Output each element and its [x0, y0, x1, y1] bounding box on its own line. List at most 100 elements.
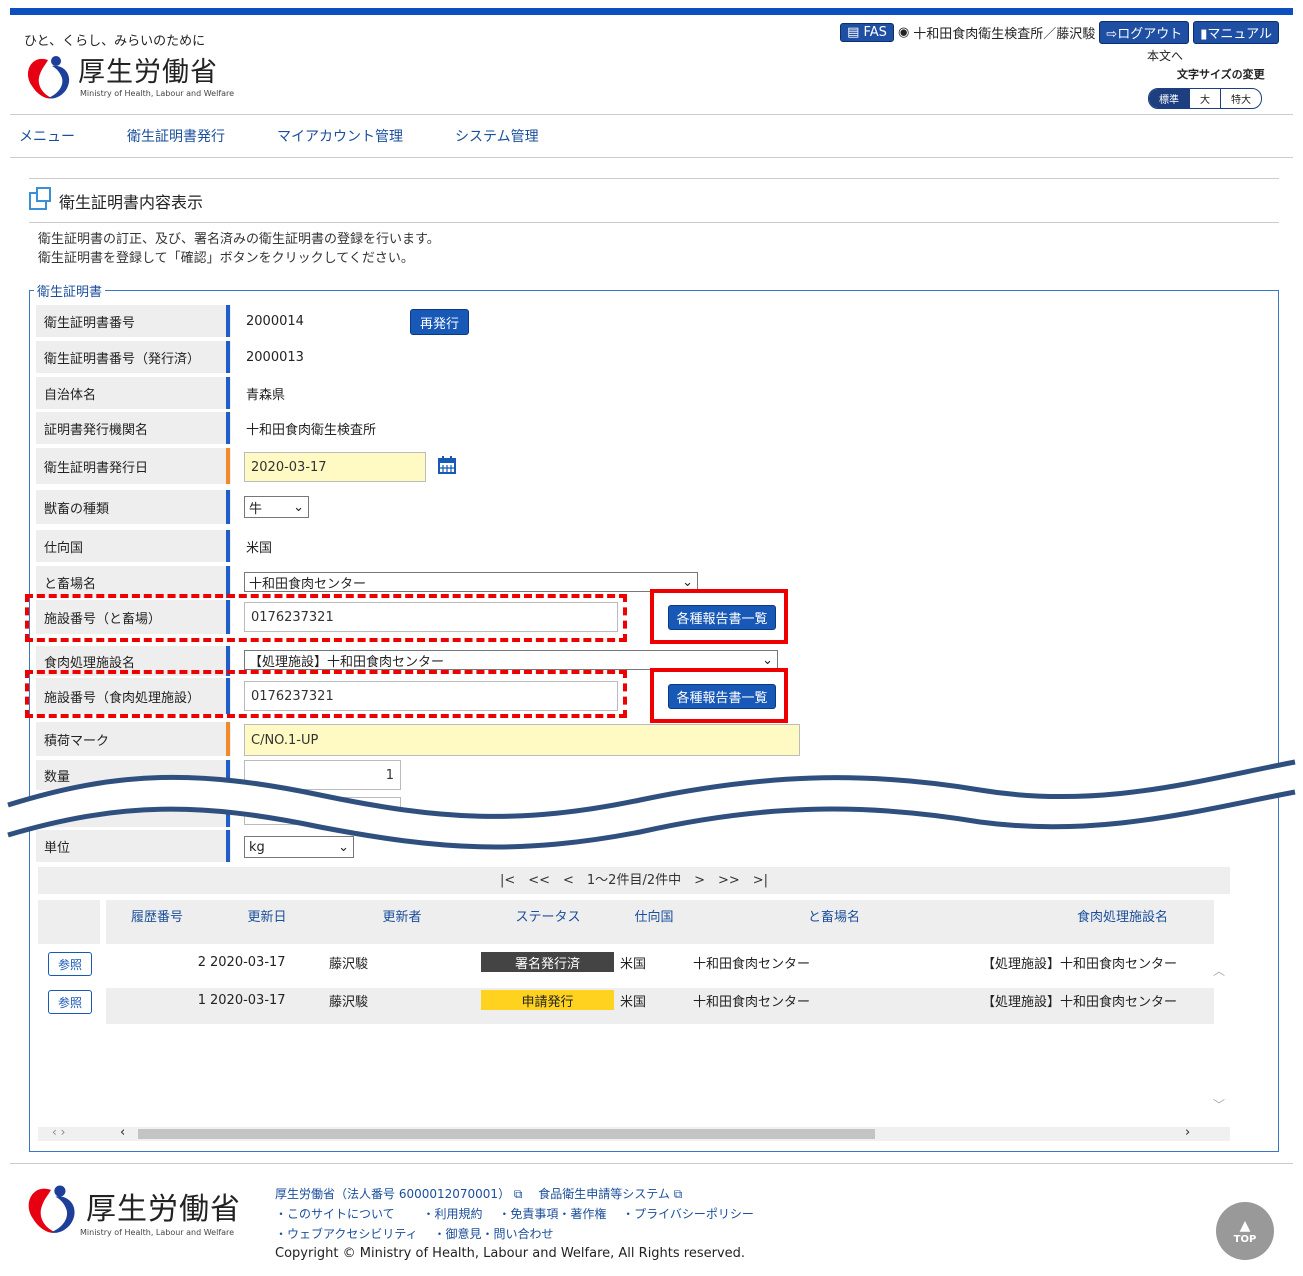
footer-link-terms[interactable]: ・利用規約	[422, 1207, 482, 1221]
scroll-right-arrow-icon[interactable]: ›	[1185, 1125, 1190, 1140]
cell-country: 米国	[620, 994, 647, 1010]
top-label: TOP	[1233, 1233, 1257, 1245]
scroll-down-icon[interactable]: ﹀	[1213, 1096, 1225, 1113]
reissue-button[interactable]: 再発行	[410, 309, 469, 335]
fontsize-large[interactable]: 大	[1189, 89, 1220, 108]
chevron-down-icon: ⌄	[762, 652, 773, 668]
label-bar	[226, 341, 230, 373]
cell-date: 2020-03-17	[210, 954, 286, 970]
up-arrow-icon: ▲	[1239, 1217, 1251, 1234]
row-municipality: 自治体名 青森県	[36, 377, 1236, 411]
th-user[interactable]: 更新者	[326, 900, 478, 944]
meat-facility-select[interactable]: 【処理施設】十和田食肉センター ⌄	[244, 650, 778, 670]
scrollbar-thumb[interactable]	[138, 1129, 875, 1139]
back-to-top-button[interactable]: ▲ TOP	[1216, 1202, 1274, 1260]
th-date[interactable]: 更新日	[208, 900, 326, 944]
footer-logo[interactable]: 厚生労働省 Ministry of Health, Labour and Wel…	[22, 1183, 241, 1237]
mhlw-logo-icon	[28, 1185, 75, 1233]
status-badge: 署名発行済	[481, 952, 614, 972]
row-destination: 仕向国 米国	[36, 530, 1236, 564]
footer-link-accessibility[interactable]: ・ウェブアクセシビリティ	[275, 1227, 418, 1241]
th-facility[interactable]: 食肉処理施設名	[978, 900, 1214, 944]
footer-link-about[interactable]: ・このサイトについて	[275, 1207, 395, 1221]
nav-account[interactable]: マイアカウント管理	[277, 126, 403, 146]
user-label: 十和田食肉衛生検査所／藤沢駿	[913, 27, 1096, 42]
chevron-down-icon: ⌄	[682, 574, 693, 590]
logo-sub: Ministry of Health, Labour and Welfare	[80, 88, 235, 98]
footer-system[interactable]: 食品衛生申請等システム	[538, 1187, 670, 1201]
status-badge: 申請発行	[481, 990, 614, 1010]
cell-slaughter: 十和田食肉センター	[693, 994, 811, 1010]
th-no[interactable]: 履歴番号	[106, 900, 208, 944]
desc-line-1: 衛生証明書の訂正、及び、署名済みの衛生証明書の登録を行います。	[38, 232, 440, 247]
page-description: 衛生証明書の訂正、及び、署名済みの衛生証明書の登録を行います。 衛生証明書を登録…	[38, 230, 440, 268]
manual-button[interactable]: ▮マニュアル	[1193, 21, 1279, 44]
label-destination: 仕向国	[36, 530, 231, 562]
chevron-down-icon: ⌄	[293, 499, 304, 515]
label-issue-date: 衛生証明書発行日	[36, 448, 231, 484]
scroll-left-arrow-icon[interactable]: ‹	[120, 1125, 125, 1140]
skip-to-content-link[interactable]: 本文へ	[1147, 47, 1183, 64]
animal-select[interactable]: 牛 ⌄	[244, 496, 309, 518]
row-animal: 獣畜の種類 牛 ⌄	[36, 490, 1236, 526]
row-cert-no-issued: 衛生証明書番号（発行済） 2000013	[36, 341, 1236, 375]
cell-facility: 【処理施設】十和田食肉センター	[982, 956, 1178, 972]
label-cert-no: 衛生証明書番号	[36, 305, 231, 337]
row-issuer: 証明書発行機関名 十和田食肉衛生検査所	[36, 412, 1236, 446]
footer-link-contact[interactable]: ・御意見・問い合わせ	[434, 1227, 554, 1241]
highlight-facility-no	[25, 594, 627, 642]
ref-button[interactable]: 参照	[48, 990, 92, 1014]
th-slaughter[interactable]: と畜場名	[690, 900, 978, 944]
main-nav: メニュー 衛生証明書発行 マイアカウント管理 システム管理	[10, 114, 1293, 158]
value-municipality: 青森県	[246, 387, 286, 403]
th-status[interactable]: ステータス	[478, 900, 618, 944]
highlight-reports-button-2	[650, 668, 788, 723]
page-title-bar: 衛生証明書内容表示	[29, 178, 1279, 223]
label-bar	[226, 305, 230, 337]
footer-link-privacy[interactable]: ・プライバシーポリシー	[622, 1207, 754, 1221]
copyright: Copyright © Ministry of Health, Labour a…	[275, 1246, 746, 1261]
table-row: 参照 2 2020-03-17 藤沢駿 署名発行済 米国 十和田食肉センター 【…	[0, 945, 1303, 981]
label-bar	[226, 412, 230, 444]
row-issue-date: 衛生証明書発行日 2020-03-17	[36, 448, 1236, 488]
logo-name: 厚生労働省	[78, 56, 218, 88]
fieldset-legend: 衛生証明書	[34, 281, 106, 300]
row-cert-no: 衛生証明書番号 2000014 再発行	[36, 305, 1236, 339]
calendar-icon[interactable]	[438, 456, 456, 474]
header-tools: ▤ FAS ◉ 十和田食肉衛生検査所／藤沢駿 ⇨ログアウト ▮マニュアル	[840, 21, 1279, 44]
nav-menu[interactable]: メニュー	[19, 126, 75, 146]
label-municipality: 自治体名	[36, 377, 231, 409]
footer-logo-sub: Ministry of Health, Labour and Welfare	[80, 1227, 235, 1237]
cell-no: 2	[197, 954, 206, 970]
slaughterhouse-value: 十和田食肉センター	[249, 576, 367, 592]
nav-system[interactable]: システム管理	[455, 126, 539, 146]
mhlw-logo[interactable]: 厚生労働省 Ministry of Health, Labour and Wel…	[22, 54, 234, 102]
fas-button[interactable]: ▤ FAS	[840, 23, 894, 42]
highlight-reports-button-1	[650, 589, 788, 644]
footer-link-disclaimer[interactable]: ・免責事項・著作権	[498, 1207, 606, 1221]
slaughterhouse-select[interactable]: 十和田食肉センター ⌄	[244, 572, 698, 592]
meat-facility-value: 【処理施設】十和田食肉センター	[249, 654, 445, 670]
ref-button[interactable]: 参照	[48, 952, 92, 976]
cell-user: 藤沢駿	[329, 956, 369, 972]
fontsize-standard[interactable]: 標準	[1149, 89, 1189, 108]
issue-date-input[interactable]: 2020-03-17	[244, 452, 426, 482]
fontsize-xlarge[interactable]: 特大	[1220, 89, 1261, 108]
scroll-up-icon[interactable]: ︿	[1213, 962, 1225, 979]
label-cert-no-issued: 衛生証明書番号（発行済）	[36, 341, 231, 373]
th-country[interactable]: 仕向国	[618, 900, 690, 944]
label-bar	[226, 490, 230, 524]
value-destination: 米国	[246, 540, 273, 556]
footer-links: 厚生労働省（法人番号 6000012070001） ⧉ 食品衛生申請等システム …	[275, 1184, 754, 1264]
pagination[interactable]: |< << < 1～2件目/2件中 > >> >|	[38, 867, 1230, 894]
cell-facility: 【処理施設】十和田食肉センター	[982, 994, 1178, 1010]
cell-country: 米国	[620, 956, 647, 972]
fontsize-label: 文字サイズの変更	[1177, 68, 1265, 81]
logout-button[interactable]: ⇨ログアウト	[1099, 21, 1190, 44]
footer-org[interactable]: 厚生労働省（法人番号 6000012070001）	[275, 1187, 510, 1201]
cell-slaughter: 十和田食肉センター	[693, 956, 811, 972]
nav-cert-issue[interactable]: 衛生証明書発行	[127, 126, 225, 146]
scroll-left-icon[interactable]: ‹ ›	[52, 1125, 65, 1139]
footer-logo-name: 厚生労働省	[86, 1191, 241, 1227]
horizontal-scrollbar[interactable]: ‹ › ‹ ›	[38, 1125, 1230, 1141]
